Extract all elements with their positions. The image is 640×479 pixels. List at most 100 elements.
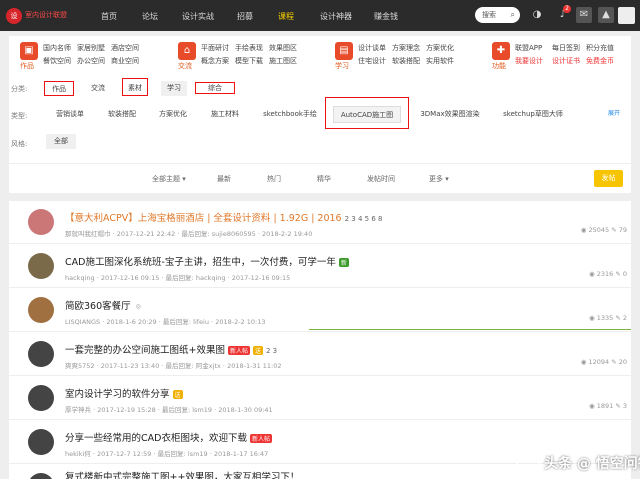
post-meta: 那就叫我红帽巾 · 2017-12-21 22:42 · 最后回复: sujie…: [65, 230, 313, 238]
avatar[interactable]: [28, 297, 54, 323]
post-button[interactable]: 发帖: [594, 170, 623, 187]
sort-latest[interactable]: 最新: [217, 174, 231, 184]
avatar[interactable]: [28, 473, 54, 479]
category-link[interactable]: 方案理念: [392, 43, 420, 53]
category-link[interactable]: 效果图区: [269, 43, 297, 53]
category-link[interactable]: 住宅设计: [358, 56, 386, 66]
avatar[interactable]: [28, 209, 54, 235]
filter-type-item[interactable]: 施工材料: [205, 107, 245, 122]
avatar[interactable]: [28, 429, 54, 455]
nav-design-tools[interactable]: 设计神器: [320, 11, 352, 22]
category-link[interactable]: 平面研讨: [201, 43, 229, 53]
filter-type-item[interactable]: 软装搭配: [103, 107, 141, 122]
filter-style-all[interactable]: 全部: [46, 134, 76, 149]
post-title[interactable]: 分享一些经常用的CAD衣柜图块，欢迎下载 新人帖: [65, 430, 272, 444]
sort-featured[interactable]: 精华: [317, 174, 331, 184]
category-link[interactable]: 概念方案: [201, 56, 229, 66]
category-panel: ▣ 作品 国内名师 家居别墅 酒店空间 餐饮空间 办公空间 商业空间 ⌂ 交流 …: [9, 36, 631, 76]
last-replier[interactable]: lifeiu: [193, 318, 209, 326]
sort-all-topics[interactable]: 全部主题 ▾: [152, 174, 186, 184]
filter-type-item[interactable]: 3DMax效果图渲染: [414, 107, 486, 122]
category-link[interactable]: 方案优化: [426, 43, 454, 53]
last-replier[interactable]: 阿金xjtx: [196, 362, 221, 370]
category-link[interactable]: 软装搭配: [392, 56, 420, 66]
nav-home[interactable]: 首页: [101, 11, 117, 22]
expand-link[interactable]: 展开: [608, 108, 620, 117]
category-link[interactable]: 联盟APP: [515, 43, 542, 53]
category-link[interactable]: 积分充值: [586, 43, 614, 53]
nav-design-practice[interactable]: 设计实战: [182, 11, 214, 22]
category-link[interactable]: 酒店空间: [111, 43, 139, 53]
filter-type-label: 类型:: [11, 112, 28, 120]
category-link[interactable]: 实用软件: [426, 56, 454, 66]
category-link[interactable]: 施工图区: [269, 56, 297, 66]
post-title[interactable]: 复式楼新中式完整施工图++效果图，大家互相学习下！: [65, 469, 299, 479]
author[interactable]: hackqing: [65, 274, 95, 282]
last-replier[interactable]: hackqing: [196, 274, 226, 282]
post-title[interactable]: CAD施工图深化系统班-宝子主讲，招生中，一次付费，可学一年新: [65, 254, 349, 268]
avatar[interactable]: [28, 253, 54, 279]
filter-type-autocad[interactable]: AutoCAD施工图: [333, 106, 401, 123]
post-title[interactable]: 【意大利ACPV】上海宝格丽酒店 | 全套设计资料 | 1.92G | 2016…: [65, 210, 382, 224]
category-link[interactable]: 我要设计: [515, 56, 543, 66]
sort-hot[interactable]: 热门: [267, 174, 281, 184]
category-link[interactable]: 手绘表现: [235, 43, 263, 53]
user-avatar[interactable]: [618, 7, 635, 24]
page-links[interactable]: 2 3 4 5 6 8: [345, 215, 383, 223]
nav-courses[interactable]: 课程: [278, 11, 294, 22]
category-name[interactable]: 功能: [492, 61, 506, 71]
mail-icon[interactable]: ✉: [576, 7, 592, 23]
post-title[interactable]: 室内设计学习的软件分享送: [65, 386, 183, 400]
filter-study[interactable]: 学习: [161, 81, 187, 96]
avatar[interactable]: [28, 341, 54, 367]
category-link[interactable]: 商业空间: [111, 56, 139, 66]
category-link[interactable]: 设计谈单: [358, 43, 386, 53]
filter-type-item[interactable]: 方案优化: [153, 107, 193, 122]
filter-works[interactable]: 作品: [44, 81, 74, 96]
sort-post-time[interactable]: 发帖时间: [367, 174, 395, 184]
author[interactable]: LISQIANGS: [65, 318, 100, 326]
upload-icon[interactable]: ▲: [598, 7, 614, 23]
filter-type-item[interactable]: sketchup草图大师: [497, 107, 569, 122]
post-title[interactable]: 简欧360客餐厅 ◎: [65, 298, 143, 312]
sort-label: 更多: [429, 175, 443, 183]
nav-earn-money[interactable]: 赚金钱: [374, 11, 398, 22]
last-replier[interactable]: lsm19: [188, 450, 208, 458]
category-link[interactable]: 办公空间: [77, 56, 105, 66]
category-name[interactable]: 学习: [335, 61, 349, 71]
nav-forum[interactable]: 论坛: [142, 11, 158, 22]
author[interactable]: hekiki何: [65, 450, 91, 458]
category-link[interactable]: 设计证书: [552, 56, 580, 66]
author[interactable]: 厚学神兵: [65, 406, 91, 414]
post-title[interactable]: 一套完整的办公空间施工图纸+效果图 新人帖送 2 3: [65, 342, 277, 356]
category-study: ▤ 学习 设计谈单 方案理念 方案优化 住宅设计 软装搭配 实用软件: [335, 41, 480, 71]
category-link[interactable]: 餐饮空间: [43, 56, 71, 66]
pencil-icon: ✎: [615, 314, 623, 322]
filter-type-item[interactable]: 营销谈单: [48, 107, 92, 122]
last-replier[interactable]: lsm19: [192, 406, 212, 414]
category-works: ▣ 作品 国内名师 家居别墅 酒店空间 餐饮空间 办公空间 商业空间: [20, 41, 165, 71]
author[interactable]: 爽爽5752: [65, 362, 95, 370]
sort-more[interactable]: 更多 ▾: [429, 174, 449, 184]
category-link[interactable]: 每日签到: [552, 43, 580, 53]
category-link[interactable]: 家居别墅: [77, 43, 105, 53]
filter-general[interactable]: 综合: [195, 82, 235, 94]
site-logo[interactable]: 设 室内设计联盟: [6, 8, 74, 24]
filter-type-item[interactable]: sketchbook手绘: [257, 107, 323, 122]
category-link[interactable]: 模型下载: [235, 56, 263, 66]
category-function: ✚ 功能 联盟APP 每日签到 积分充值 我要设计 设计证书 免费金币: [492, 41, 627, 71]
page-links[interactable]: 2 3: [266, 347, 277, 355]
theme-toggle-icon[interactable]: ◑: [529, 7, 545, 23]
avatar[interactable]: [28, 385, 54, 411]
category-link[interactable]: 国内名师: [43, 43, 71, 53]
filter-material[interactable]: 素材: [122, 78, 148, 96]
category-link[interactable]: 免费金币: [586, 56, 614, 66]
filter-exchange[interactable]: 交流: [85, 81, 111, 96]
category-name[interactable]: 作品: [20, 61, 34, 71]
category-name[interactable]: 交流: [178, 61, 192, 71]
nav-recruit[interactable]: 招募: [237, 11, 253, 22]
author[interactable]: 那就叫我红帽巾: [65, 230, 111, 238]
reply-label: 最后回复: [162, 318, 189, 326]
last-replier[interactable]: sujie8060595: [212, 230, 256, 238]
search-button[interactable]: 搜索 ⌕: [475, 7, 520, 23]
